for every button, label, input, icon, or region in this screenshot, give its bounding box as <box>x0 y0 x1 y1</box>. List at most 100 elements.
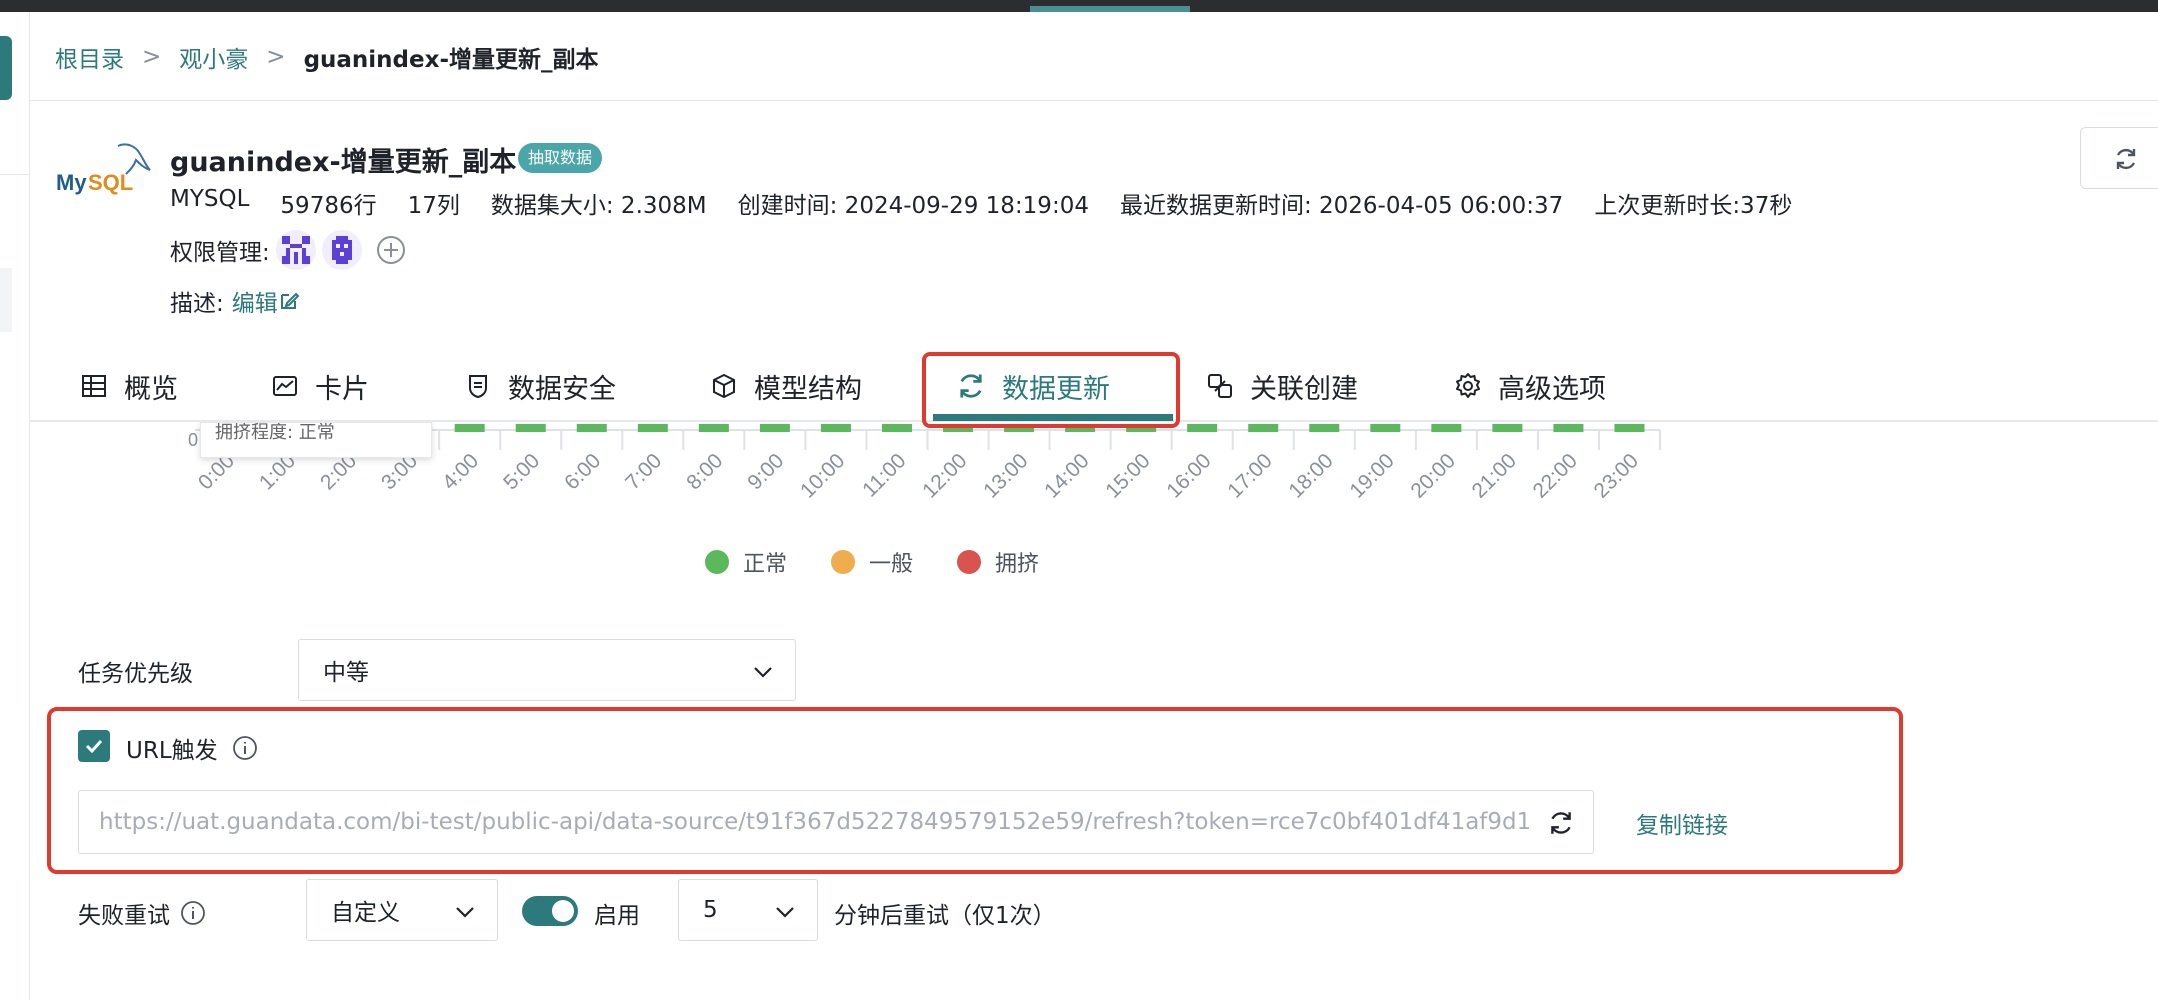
mysql-logo-icon: My SQL <box>56 140 152 204</box>
x-tick-label: 13:00 <box>979 449 1032 502</box>
tab-label: 高级选项 <box>1498 373 1606 405</box>
legend-label: 拥挤 <box>995 552 1040 577</box>
chart-bar[interactable] <box>1187 424 1218 432</box>
tab-advanced-options[interactable]: 高级选项 <box>1454 368 1606 405</box>
tab-relation-create[interactable]: 关联创建 <box>1206 368 1358 405</box>
left-nav-strip <box>0 12 30 1000</box>
tab-label: 数据安全 <box>508 373 616 405</box>
edit-description-link[interactable]: 编辑 <box>232 284 300 318</box>
tab-model-structure[interactable]: 模型结构 <box>710 368 862 405</box>
retry-mode-value: 自定义 <box>331 900 400 926</box>
y-tick-label: 0 <box>188 430 198 450</box>
chart-bar[interactable] <box>576 424 607 432</box>
chart-bar[interactable] <box>759 424 790 432</box>
retry-enable-toggle[interactable] <box>522 896 578 926</box>
description-label: 描述: <box>170 291 224 317</box>
avatar[interactable] <box>275 230 316 270</box>
line-chart-icon <box>273 376 297 396</box>
left-nav-item[interactable] <box>0 268 12 332</box>
chevron-down-icon <box>456 907 474 918</box>
chart-bar[interactable] <box>1309 424 1340 432</box>
priority-label: 任务优先级 <box>78 661 193 687</box>
retry-label: 失败重试 <box>78 903 170 929</box>
x-tick-label: 12:00 <box>918 449 971 502</box>
edit-icon <box>280 292 300 309</box>
tooltip-text: 拥挤程度: 正常 <box>215 422 335 443</box>
add-permission-icon[interactable] <box>376 235 406 265</box>
breadcrumb-parent[interactable]: 观小豪 <box>179 40 248 74</box>
legend-label: 正常 <box>743 552 788 577</box>
info-icon[interactable] <box>232 735 258 761</box>
url-trigger-label-row: URL触发 <box>126 731 258 765</box>
meta-db-type: MYSQL <box>170 186 250 212</box>
legend-dot-medium <box>831 550 856 574</box>
legend-item[interactable]: 正常 <box>705 546 787 578</box>
priority-select[interactable]: 中等 <box>298 639 796 701</box>
regenerate-url-icon[interactable] <box>1547 809 1575 837</box>
url-trigger-checkbox[interactable] <box>78 730 110 762</box>
meta-duration: 上次更新时长:37秒 <box>1594 193 1793 219</box>
breadcrumb-root[interactable]: 根目录 <box>55 40 124 74</box>
active-window-indicator <box>1030 6 1190 12</box>
tab-cards[interactable]: 卡片 <box>271 368 369 405</box>
retry-mode-select[interactable]: 自定义 <box>306 879 498 941</box>
x-tick-label: 23:00 <box>1590 449 1643 502</box>
chart-bar[interactable] <box>454 424 485 432</box>
chart-bar[interactable] <box>515 424 546 432</box>
window-top-bar <box>0 0 2158 12</box>
chart-bar[interactable] <box>1431 424 1462 432</box>
url-trigger-input[interactable]: https://uat.guandata.com/bi-test/public-… <box>78 790 1594 854</box>
meta-size: 数据集大小: 2.308M <box>490 193 707 219</box>
legend-item[interactable]: 拥挤 <box>957 546 1039 578</box>
breadcrumb-separator: > <box>266 44 286 70</box>
tab-data-security[interactable]: 数据安全 <box>464 368 616 405</box>
legend-dot-busy <box>957 550 982 574</box>
retry-minutes-value: 5 <box>703 897 718 923</box>
chart-bar[interactable] <box>1614 424 1645 432</box>
header-divider <box>30 100 2158 101</box>
chart-bar[interactable] <box>1492 424 1523 432</box>
x-tick-label: 10:00 <box>796 449 849 502</box>
x-tick-label: 9:00 <box>743 449 788 494</box>
breadcrumb-current: guanindex-增量更新_副本 <box>303 47 599 73</box>
x-tick-label: 11:00 <box>858 449 910 501</box>
tab-label: 关联创建 <box>1250 373 1358 405</box>
shield-icon <box>469 375 487 399</box>
permission-row: 权限管理: <box>170 230 406 270</box>
tab-overview[interactable]: 概览 <box>80 368 178 405</box>
x-tick-label: 14:00 <box>1040 449 1093 502</box>
info-icon[interactable] <box>180 900 206 926</box>
chart-bar[interactable] <box>698 424 729 432</box>
refresh-icon <box>2116 148 2136 170</box>
link-icon <box>1208 374 1232 398</box>
x-tick-label: 17:00 <box>1223 449 1276 502</box>
x-tick-label: 4:00 <box>438 449 483 494</box>
retry-minutes-select[interactable]: 5 <box>678 879 818 941</box>
avatar[interactable] <box>321 230 362 270</box>
x-tick-label: 5:00 <box>499 449 544 494</box>
chart-bar[interactable] <box>1248 424 1279 432</box>
legend-item[interactable]: 一般 <box>831 546 913 578</box>
copy-link-button[interactable]: 复制链接 <box>1636 806 1728 840</box>
logo-text-my: My <box>56 170 87 195</box>
x-tick-label: 6:00 <box>560 449 605 494</box>
chart-bar[interactable] <box>881 424 912 432</box>
chevron-down-icon <box>754 667 772 678</box>
x-tick-label: 19:00 <box>1345 449 1398 502</box>
breadcrumb-separator: > <box>142 44 162 70</box>
x-tick-label: 15:00 <box>1101 449 1154 502</box>
retry-suffix: 分钟后重试（仅1次） <box>834 903 1056 929</box>
chart-bar[interactable] <box>1370 424 1401 432</box>
chart-legend: 正常 一般 拥挤 <box>705 546 1083 578</box>
chart-bar[interactable] <box>1553 424 1584 432</box>
chart-bar[interactable] <box>637 424 668 432</box>
legend-label: 一般 <box>869 552 914 577</box>
meta-updated: 最近数据更新时间: 2026-04-05 06:00:37 <box>1119 193 1564 219</box>
left-nav-active-tab[interactable] <box>0 36 12 100</box>
toggle-knob <box>552 900 574 922</box>
x-tick-label: 8:00 <box>682 449 727 494</box>
refresh-button[interactable] <box>2080 127 2158 189</box>
gear-icon <box>1456 373 1480 398</box>
chart-bar[interactable] <box>820 424 851 432</box>
x-tick-label: 16:00 <box>1162 449 1215 502</box>
